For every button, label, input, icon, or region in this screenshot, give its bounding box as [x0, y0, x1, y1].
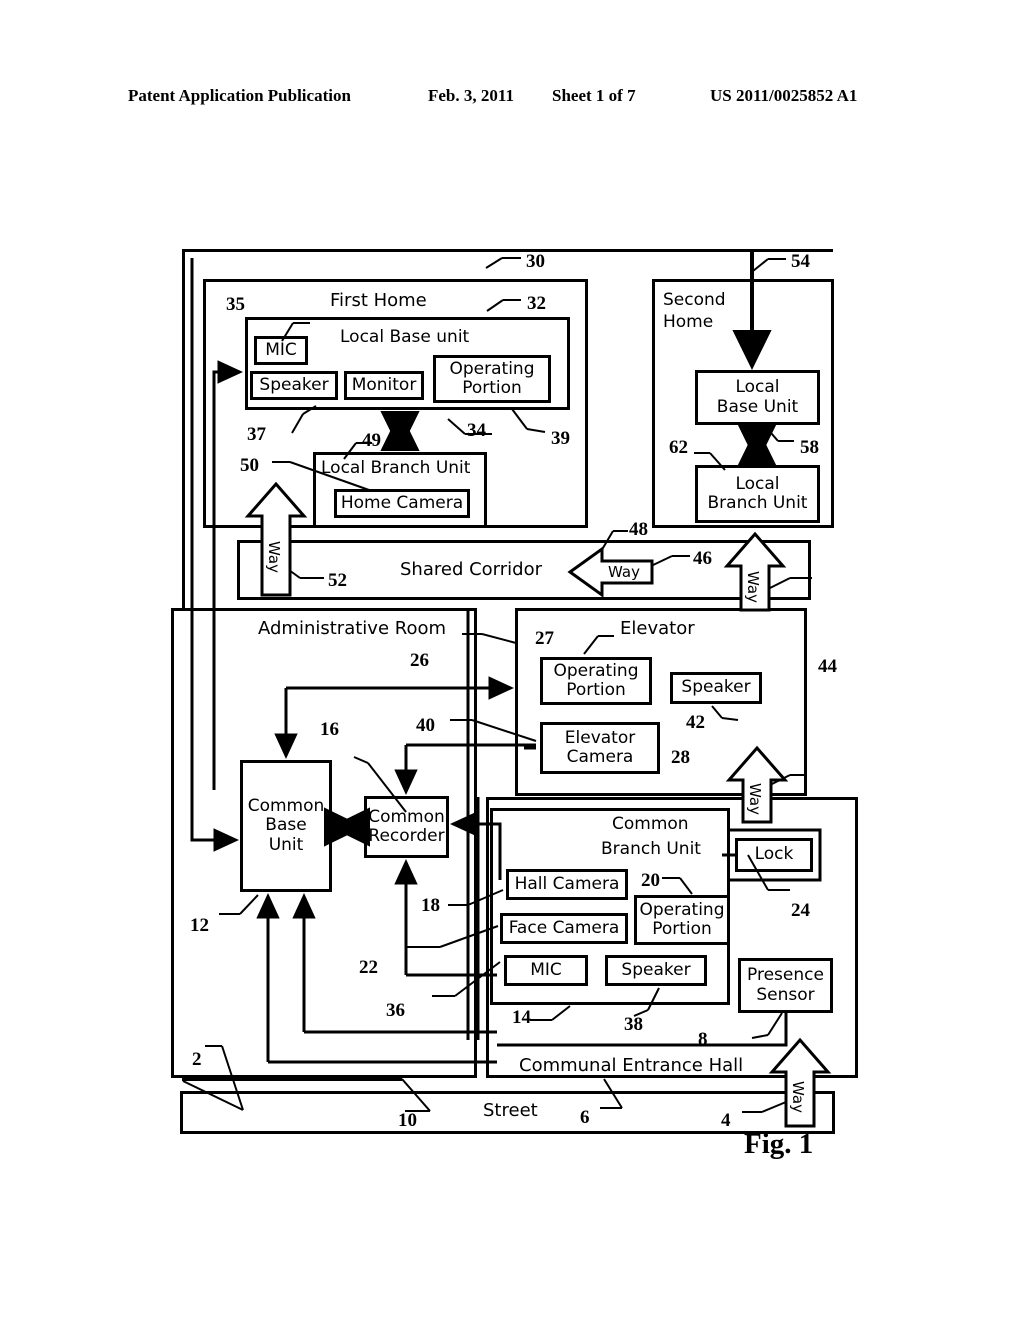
operating-line2: Operating — [553, 660, 639, 681]
portion-line1: Portion — [462, 378, 522, 398]
ref-48: 48 — [629, 519, 648, 540]
ref-39: 39 — [551, 428, 570, 449]
ref-14: 14 — [512, 1007, 531, 1028]
street-label: Street — [483, 1100, 538, 1121]
component-speaker-elevator: Speaker — [670, 672, 762, 704]
ref-58: 58 — [800, 437, 819, 458]
ref-37: 37 — [247, 424, 266, 445]
building-outline-2-bottom — [182, 1078, 402, 1081]
shared-corridor-label: Shared Corridor — [400, 559, 542, 580]
ref-46: 46 — [693, 548, 712, 569]
way-label-46: Way — [608, 563, 640, 581]
operating-line1: Operating — [449, 358, 535, 379]
unit-common-recorder: Common Recorder — [364, 796, 449, 858]
ref-38: 38 — [624, 1014, 643, 1035]
component-operating-portion-entrance: Operating Portion — [634, 895, 730, 945]
publication-number: US 2011/0025852 A1 — [710, 86, 858, 105]
elevator-camera-line1: Elevator — [564, 727, 636, 748]
ref-32: 32 — [527, 293, 546, 314]
figure-label: Fig. 1 — [744, 1128, 814, 1160]
component-operating-portion-home: Operating Portion — [433, 355, 551, 403]
local-branch-unit-1-label: Local Branch Unit — [321, 458, 471, 478]
ref-10: 10 — [398, 1110, 417, 1131]
ref-54: 54 — [791, 251, 810, 272]
component-speaker-entrance: Speaker — [605, 955, 707, 986]
way-label-52: Way — [264, 541, 283, 573]
component-mic-entrance: MIC — [504, 955, 588, 986]
local-base-2-line2: Base Unit — [716, 396, 799, 417]
component-elevator-camera: Elevator Camera — [540, 722, 660, 774]
ref-12: 12 — [190, 915, 209, 936]
common-branch-line2: Branch Unit — [601, 839, 701, 859]
ref-16: 16 — [320, 719, 339, 740]
ref-2: 2 — [192, 1049, 202, 1070]
way-label-4: Way — [788, 1081, 807, 1113]
local-branch-2-line2: Branch Unit — [707, 493, 808, 513]
ref-35: 35 — [226, 294, 245, 315]
first-home-label: First Home — [330, 290, 427, 311]
ref-40: 40 — [416, 715, 435, 736]
portion-line3: Portion — [652, 919, 712, 939]
ref-42: 42 — [686, 712, 705, 733]
unit-local-branch-2: Local Branch Unit — [695, 465, 820, 523]
ref-36: 36 — [386, 1000, 405, 1021]
ref-49: 49 — [362, 430, 381, 451]
way-label-28: Way — [745, 783, 764, 815]
ref-62: 62 — [669, 437, 688, 458]
publication-date: Feb. 3, 2011 — [428, 86, 514, 105]
component-operating-portion-elevator: Operating Portion — [540, 657, 652, 705]
presence-line1: Presence — [747, 965, 824, 986]
ref-20: 20 — [641, 870, 660, 891]
elevator-label: Elevator — [620, 618, 695, 639]
component-home-camera: Home Camera — [334, 489, 470, 518]
unit-common-base: Common Base Unit — [240, 760, 332, 892]
component-monitor-home: Monitor — [344, 371, 424, 400]
component-hall-camera: Hall Camera — [506, 869, 628, 900]
ref-26: 26 — [410, 650, 429, 671]
ref-6: 6 — [580, 1107, 590, 1128]
common-base-line2: Base — [265, 815, 307, 836]
ref-22: 22 — [359, 957, 378, 978]
administrative-room-label: Administrative Room — [258, 618, 446, 639]
ref-8: 8 — [698, 1029, 708, 1050]
ref-30: 30 — [526, 251, 545, 272]
ref-24: 24 — [791, 900, 810, 921]
operating-line3: Operating — [639, 899, 725, 920]
component-speaker-home: Speaker — [250, 371, 338, 400]
ref-18: 18 — [421, 895, 440, 916]
common-branch-line1: Common — [612, 814, 689, 834]
component-lock: Lock — [735, 838, 813, 872]
portion-line2: Portion — [566, 680, 626, 700]
communal-entrance-hall-label: Communal Entrance Hall — [519, 1055, 744, 1076]
sheet-label: Sheet 1 of 7 — [552, 86, 636, 105]
common-recorder-line1: Common — [368, 806, 445, 827]
way-label-46b: Way — [743, 571, 762, 603]
local-branch-2-line1: Local — [735, 473, 780, 494]
common-base-line3: Unit — [268, 834, 304, 855]
presence-line2: Sensor — [756, 984, 815, 1005]
component-mic-home: MIC — [254, 336, 308, 365]
ref-44: 44 — [818, 656, 837, 677]
publication-label: Patent Application Publication — [128, 86, 351, 105]
ref-52: 52 — [328, 570, 347, 591]
second-home-line1: Second — [663, 290, 726, 310]
component-presence-sensor: Presence Sensor — [738, 958, 833, 1013]
local-base-2-line1: Local — [735, 377, 780, 398]
local-base-unit-1-label: Local Base unit — [340, 327, 470, 347]
ref-27: 27 — [535, 628, 554, 649]
ref-34: 34 — [467, 420, 486, 441]
ref-50: 50 — [240, 455, 259, 476]
unit-local-base-2: Local Base Unit — [695, 370, 820, 425]
ref-4: 4 — [721, 1110, 731, 1131]
common-base-line1: Common — [247, 796, 325, 817]
common-recorder-line2: Recorder — [368, 826, 445, 846]
component-face-camera: Face Camera — [500, 913, 628, 944]
elevator-camera-line2: Camera — [566, 747, 634, 767]
second-home-line2: Home — [663, 312, 714, 332]
ref-28: 28 — [671, 747, 690, 768]
